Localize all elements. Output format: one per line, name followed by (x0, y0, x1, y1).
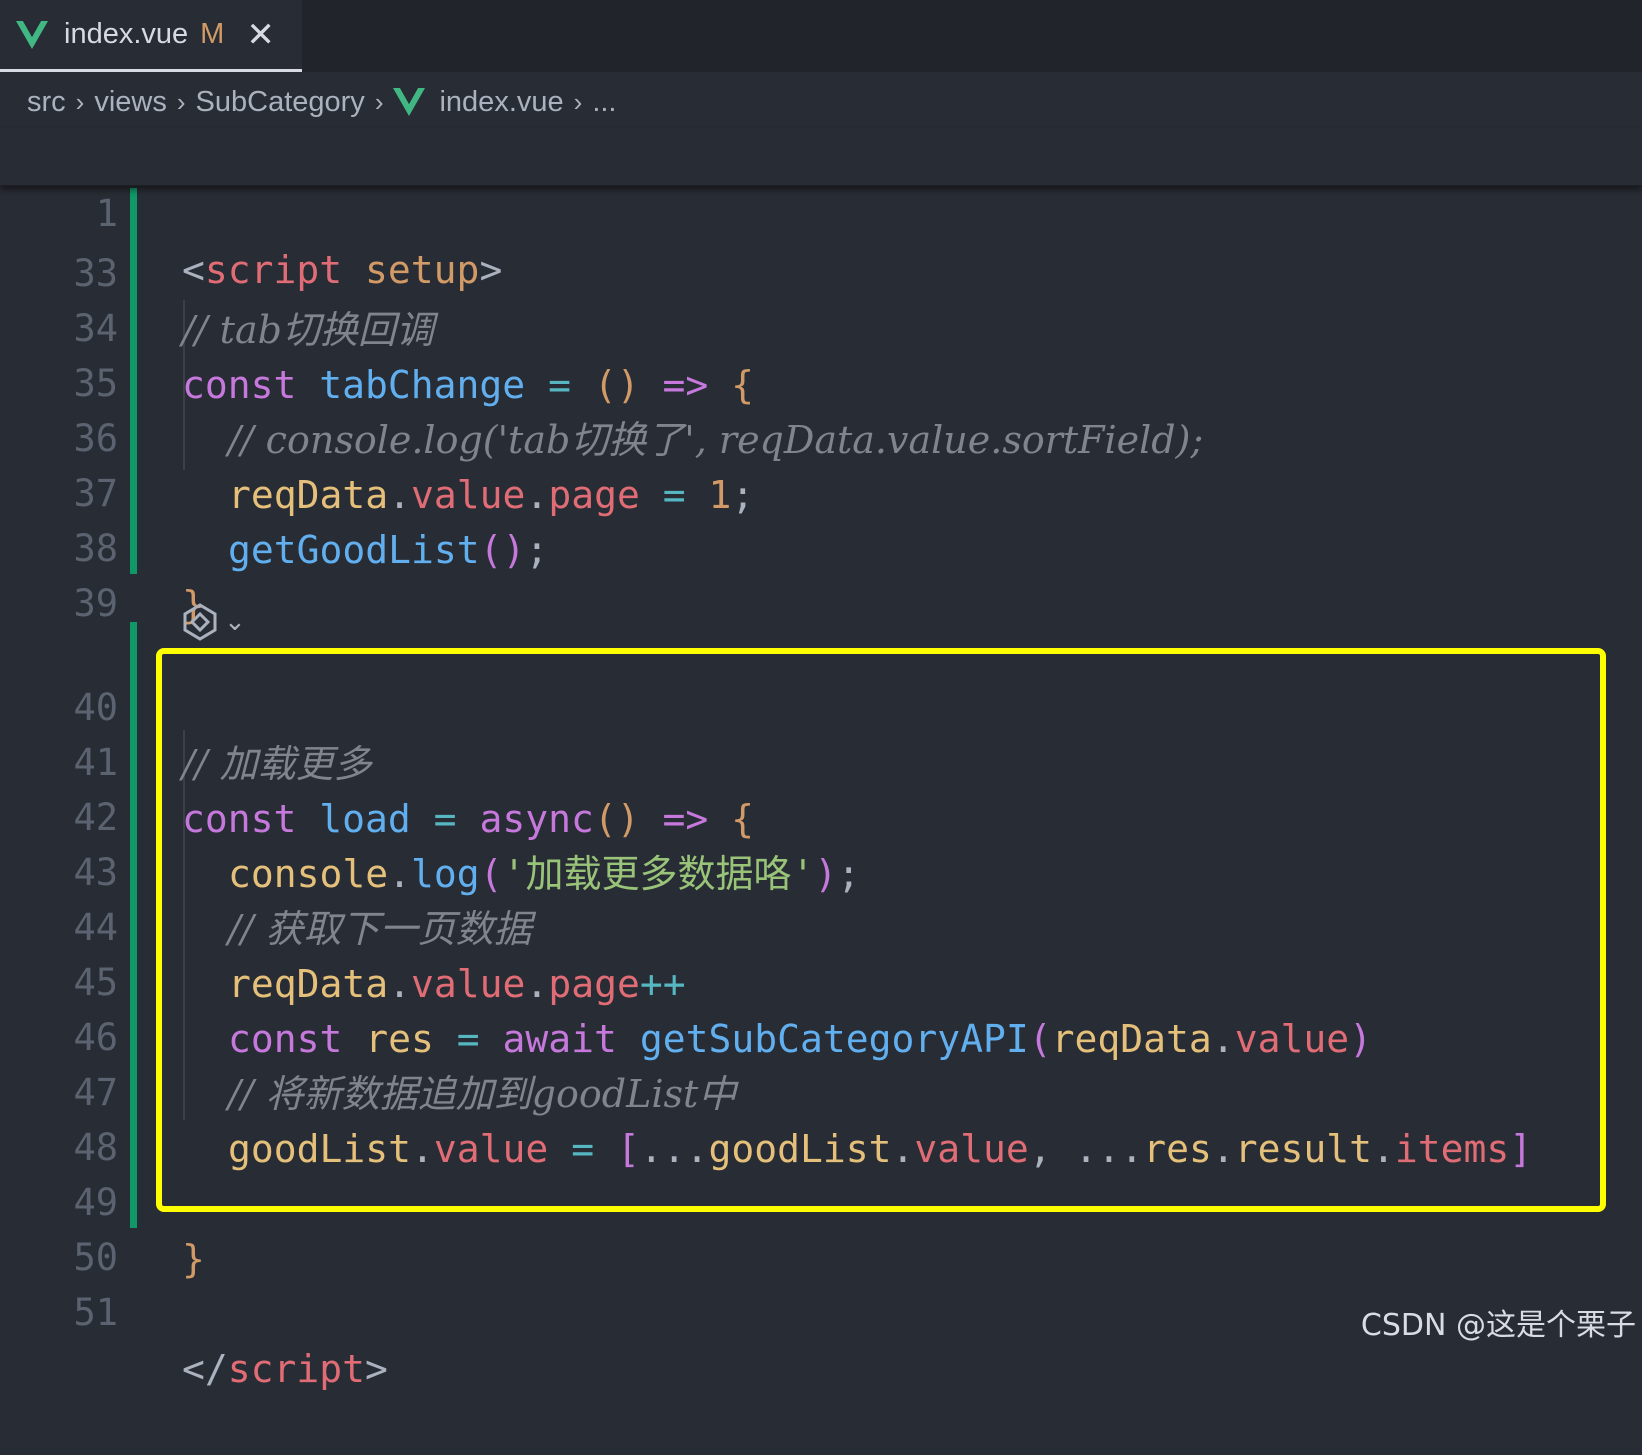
highlight-box (156, 648, 1606, 1212)
sticky-scroll-header[interactable]: 1 <script setup> (0, 128, 1642, 186)
code-line-39: 39 (0, 518, 1642, 575)
code-editor[interactable]: 33 // tab切换回调 34 const tabChange = () =>… (0, 128, 1642, 1354)
code-line-51: 51 </script> (0, 1227, 1642, 1284)
tag-bracket: < (182, 248, 205, 292)
tab-index-vue[interactable]: index.vue M ✕ (0, 0, 302, 72)
chevron-right-icon: › (76, 87, 85, 118)
breadcrumb-subcategory[interactable]: SubCategory (196, 86, 365, 119)
close-icon[interactable]: ✕ (246, 18, 275, 52)
code-line-38: 38 } (0, 463, 1642, 520)
line-number: 51 (0, 1284, 118, 1341)
breadcrumb-more[interactable]: ... (592, 86, 616, 119)
breadcrumb-src[interactable]: src (27, 86, 66, 119)
line-number: 1 (0, 185, 118, 242)
code-line-37: 37 getGoodList(); (0, 408, 1642, 465)
chevron-right-icon: › (177, 87, 186, 118)
tag-bracket: > (479, 248, 502, 292)
code-line-36: 36 reqData.value.page = 1; (0, 353, 1642, 410)
tab-bar: index.vue M ✕ (0, 0, 1642, 72)
modified-badge: M (200, 18, 224, 51)
breadcrumb-file[interactable]: index.vue (439, 86, 563, 119)
breadcrumb: src › views › SubCategory › index.vue › … (0, 72, 1642, 132)
code-line-33: 33 // tab切换回调 (0, 188, 1642, 245)
breadcrumb-views[interactable]: views (94, 86, 167, 119)
tab-filename: index.vue (64, 18, 188, 51)
code-line-35: 35 // console.log('tab切换了', reqData.valu… (0, 298, 1642, 355)
vue-file-icon (16, 21, 48, 49)
attribute: setup (342, 248, 479, 292)
code-line-1: 1 <script setup> (0, 128, 1642, 185)
vue-file-icon (393, 88, 425, 116)
chevron-right-icon: › (375, 87, 384, 118)
watermark: CSDN @这是个栗子 (1361, 1300, 1636, 1344)
chevron-right-icon: › (574, 87, 583, 118)
tag-name: script (205, 248, 342, 292)
